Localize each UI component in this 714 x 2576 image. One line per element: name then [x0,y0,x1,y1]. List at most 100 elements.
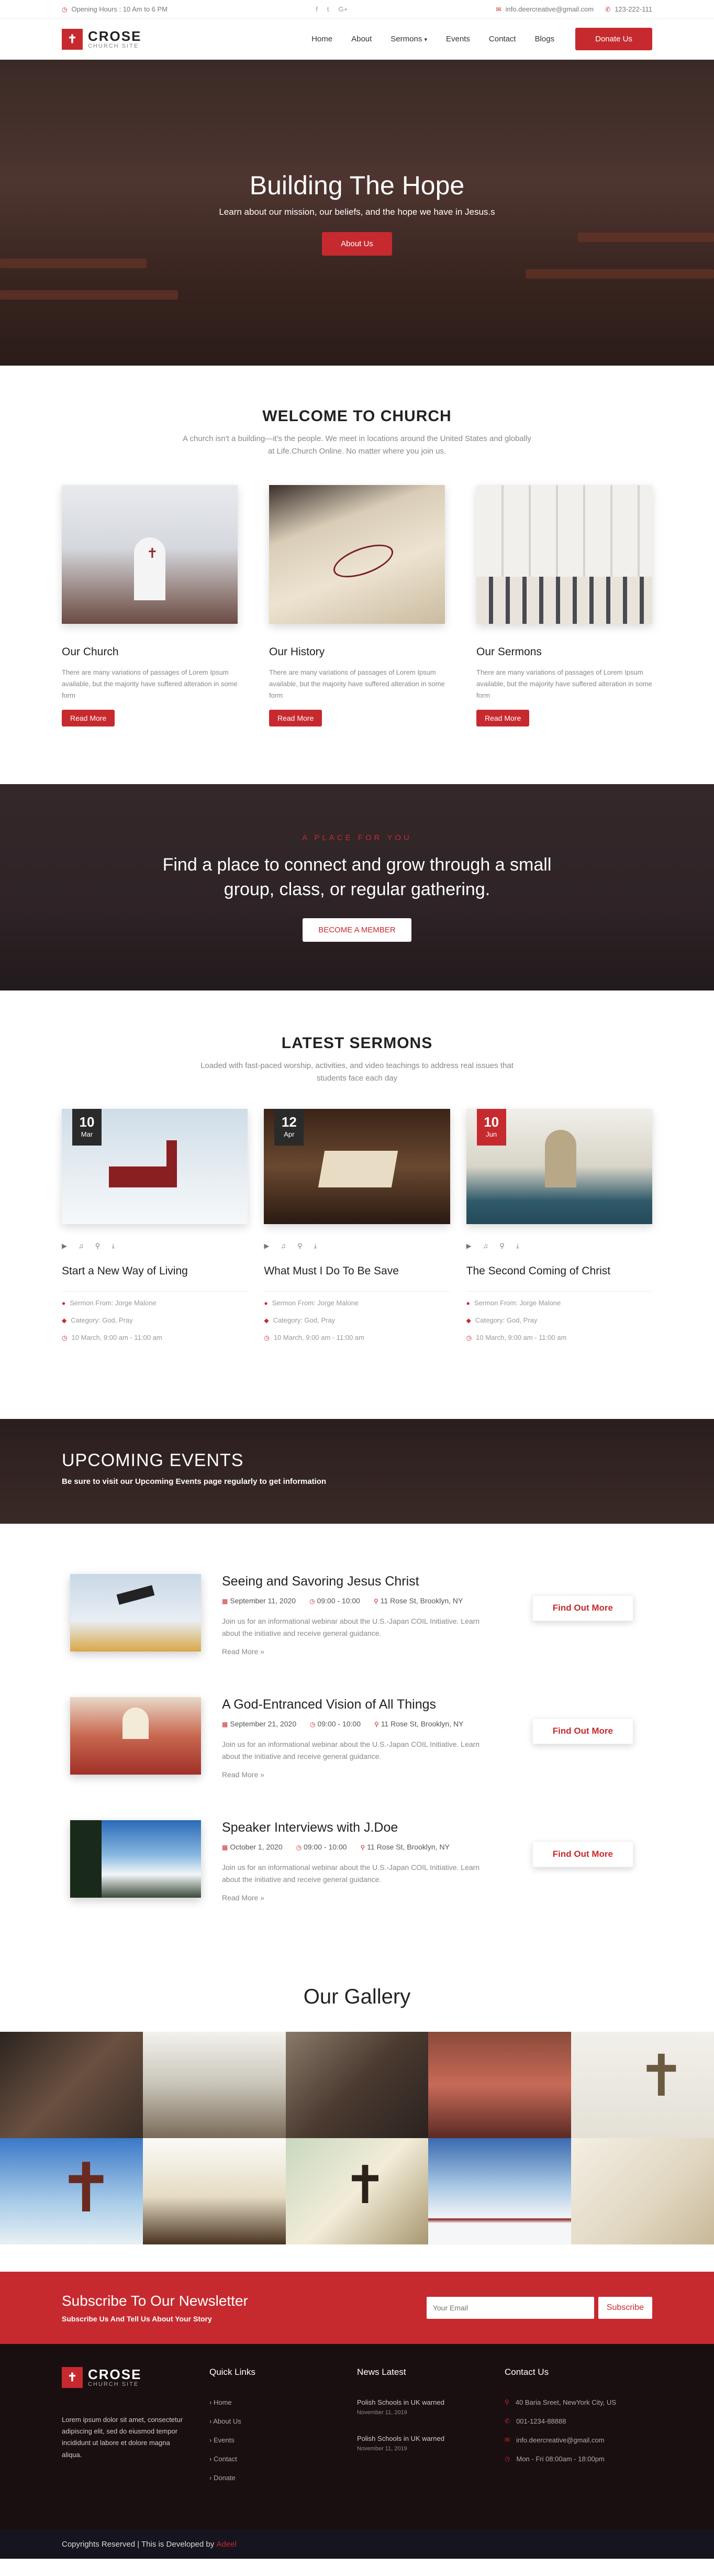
calendar-icon: ▦ [222,1844,228,1852]
link-icon[interactable]: ⚲ [95,1242,101,1250]
gallery-image-congregation[interactable] [428,2032,572,2139]
mail-icon: ✉ [496,5,501,13]
sermon-category: Category: God, Pray [475,1316,538,1325]
sermon-title[interactable]: What Must I Do To Be Save [264,1265,450,1278]
footer-link-home[interactable]: Home [214,2398,232,2406]
welcome-card: Our Sermons There are many variations of… [476,485,652,727]
footer-link-events[interactable]: Events [214,2436,235,2444]
gallery-image-crucifix[interactable]: ✝ [571,2032,714,2139]
twitter-icon[interactable]: t [327,5,329,13]
read-more-button[interactable]: Read More [62,710,115,727]
event-title[interactable]: Speaker Interviews with J.Doe [222,1820,532,1835]
link-icon[interactable]: ⚲ [499,1242,505,1250]
download-icon[interactable]: ⤓ [111,1242,115,1250]
gallery-image-book[interactable] [142,2138,286,2245]
snow-church-image: 10 Mar [62,1109,248,1225]
bible-pulpit-image: 12 Apr [264,1109,450,1225]
find-out-more-button[interactable]: Find Out More [532,1718,633,1745]
become-member-button[interactable]: BECOME A MEMBER [303,918,411,942]
event-item: Seeing and Savoring Jesus Christ ▦ Septe… [62,1574,652,1697]
contact-phone[interactable]: 001-1234-88888 [516,2417,566,2425]
news-item-title[interactable]: Polish Schools in UK warned [357,2398,505,2406]
nav-contact[interactable]: Contact [489,35,516,43]
facebook-icon[interactable]: f [316,5,318,13]
donate-button[interactable]: Donate Us [575,28,652,50]
video-icon[interactable]: ▶ [264,1242,269,1250]
hero-section: Building The Hope Learn about our missio… [0,60,714,366]
quick-links-title: Quick Links [209,2367,255,2377]
nav-home[interactable]: Home [311,35,332,43]
subscribe-button[interactable]: Subscribe [598,2297,652,2319]
footer-link-contact[interactable]: Contact [214,2455,237,2463]
clock-icon: ◷ [296,1844,302,1852]
read-more-button[interactable]: Read More [476,710,530,727]
nav-about[interactable]: About [351,35,372,43]
open-bible-image [269,485,445,624]
gallery-image-reading-bible[interactable] [285,2032,429,2139]
event-read-more-link[interactable]: Read More » [222,1770,264,1779]
link-icon[interactable]: ⚲ [297,1242,303,1250]
gallery-image-praying-hands[interactable] [0,2032,143,2139]
read-more-button[interactable]: Read More [269,710,322,727]
mail-icon: ✉ [505,2436,510,2444]
event-title[interactable]: A God-Entranced Vision of All Things [222,1697,532,1712]
event-title[interactable]: Seeing and Savoring Jesus Christ [222,1574,532,1589]
event-time: 09:00 - 10:00 [304,1843,347,1852]
welcome-card: Our History There are many variations of… [269,485,445,727]
hero-bg-pew [0,259,147,268]
nav-events[interactable]: Events [446,35,470,43]
user-icon: ● [264,1299,268,1307]
sermon-title[interactable]: The Second Coming of Christ [466,1265,652,1278]
find-out-more-button[interactable]: Find Out More [532,1595,633,1622]
about-us-button[interactable]: About Us [322,232,392,256]
event-read-more-link[interactable]: Read More » [222,1647,264,1656]
location-pin-icon: ⚲ [360,1844,365,1852]
author-link[interactable]: Adeel [216,2540,236,2549]
hero-subtitle: Learn about our mission, our beliefs, an… [219,206,495,217]
footer-link-donate[interactable]: Donate [214,2474,236,2482]
video-icon[interactable]: ▶ [466,1242,472,1250]
event-date: September 11, 2020 [230,1597,296,1605]
gallery-image-church-window[interactable] [142,2032,286,2139]
sermon-title[interactable]: Start a New Way of Living [62,1265,248,1278]
headphones-icon[interactable]: ♫ [79,1242,84,1250]
news-item-title[interactable]: Polish Schools in UK warned [357,2435,505,2442]
gallery-image-rosary[interactable]: ✝ [285,2138,429,2245]
newsletter-email-input[interactable] [426,2297,594,2319]
newsletter-section: Subscribe To Our Newsletter Subscribe Us… [0,2272,714,2344]
contact-email[interactable]: info.deercreative@gmail.com [516,2436,605,2444]
chevron-right-icon: › [209,2417,212,2426]
gallery-image-snow-church[interactable] [428,2138,572,2245]
top-phone-link[interactable]: 123-222-111 [615,5,652,13]
video-icon[interactable]: ▶ [62,1242,67,1250]
top-email-link[interactable]: info.deercreative@gmail.com [506,5,594,13]
site-header: ✝ CROSE CHURCH SITE Home About Sermons ▾… [0,19,714,60]
headphones-icon[interactable]: ♫ [483,1242,488,1250]
find-out-more-button[interactable]: Find Out More [532,1841,633,1868]
footer-about: ✝ CROSE CHURCH SITE Lorem ipsum dolor si… [62,2367,209,2529]
sermon-card: 10 Mar ▶ ♫ ⚲ ⤓ Start a New Way of Living… [62,1109,248,1351]
user-icon: ● [62,1299,66,1307]
logo-name: CROSE [88,28,142,44]
membership-title: Find a place to connect and grow through… [162,854,552,900]
headphones-icon[interactable]: ♫ [281,1242,286,1250]
footer-link-about[interactable]: About Us [213,2417,241,2425]
event-location: 11 Rose St, Brooklyn, NY [381,1720,464,1729]
gallery-image-bible-rings[interactable] [571,2138,714,2245]
google-plus-icon[interactable]: G+ [339,5,348,13]
download-icon[interactable]: ⤓ [314,1242,317,1250]
date-badge: 10 Mar [72,1109,102,1146]
nav-blogs[interactable]: Blogs [535,35,555,43]
mountain-church-image [70,1820,201,1898]
download-icon[interactable]: ⤓ [516,1242,519,1250]
event-location: 11 Rose St, Brooklyn, NY [367,1843,450,1852]
event-date: September 21, 2020 [230,1720,297,1729]
event-read-more-link[interactable]: Read More » [222,1894,264,1902]
sermon-time: 10 March, 9:00 am - 11:00 am [273,1334,364,1342]
site-logo[interactable]: ✝ CROSE CHURCH SITE [62,28,142,50]
chevron-right-icon: › [209,2455,212,2463]
nav-sermons[interactable]: Sermons ▾ [391,35,427,43]
gallery-image-cross-sky[interactable]: ✝ [0,2138,143,2245]
gallery-section: Our Gallery ✝ ✝ ✝ [0,1985,714,2272]
top-bar: ◷ Opening Hours : 10 Am to 6 PM f t G+ ✉… [0,0,714,19]
